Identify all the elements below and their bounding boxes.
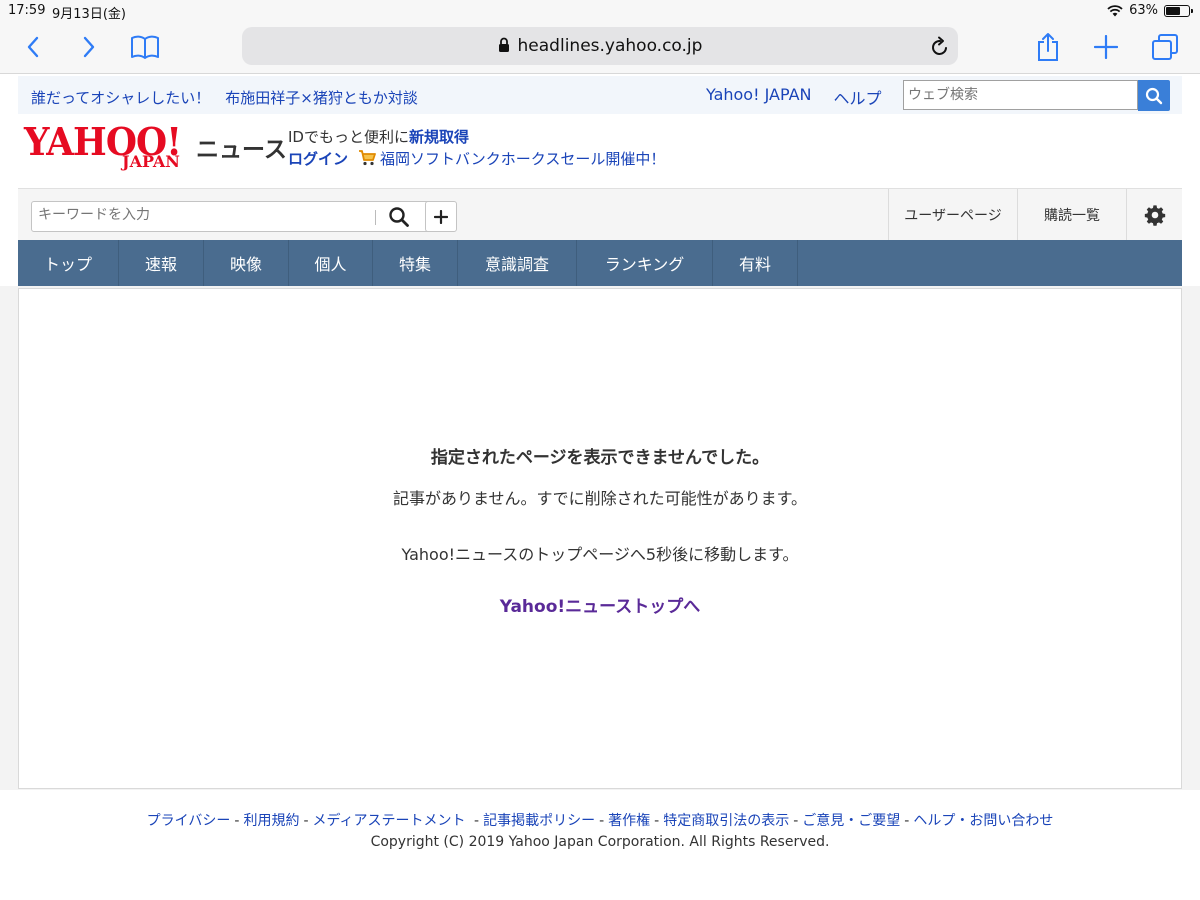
footer-link-feedback[interactable]: ご意見・ご要望 xyxy=(802,813,900,829)
nav-tab-survey[interactable]: 意識調査 xyxy=(458,240,577,286)
footer-link-terms[interactable]: 利用規約 xyxy=(243,813,299,829)
status-bar: 17:59 9月13日(金) 63% xyxy=(0,0,1200,22)
nav-tab-paid[interactable]: 有料 xyxy=(713,240,798,286)
battery-percent: 63% xyxy=(1129,3,1158,18)
browser-toolbar: headlines.yahoo.co.jp xyxy=(0,22,1200,74)
forward-button[interactable] xyxy=(72,30,106,64)
keyword-box xyxy=(31,201,432,232)
id-text: IDでもっと便利に xyxy=(288,128,409,146)
ad-link[interactable]: 誰だってオシャレしたい！ 布施田祥子×猪狩ともか対談 xyxy=(31,87,418,108)
hawks-sale-link[interactable]: 福岡ソフトバンクホークスセール開催中！ xyxy=(380,150,665,168)
footer-link-privacy[interactable]: プライバシー xyxy=(147,813,231,829)
nav-tab-breaking[interactable]: 速報 xyxy=(119,240,204,286)
address-bar[interactable]: headlines.yahoo.co.jp xyxy=(242,27,958,65)
user-page-link[interactable]: ユーザーページ xyxy=(888,189,1017,241)
search-icon xyxy=(1145,87,1163,104)
web-search-button[interactable] xyxy=(1138,80,1170,111)
signup-link[interactable]: 新規取得 xyxy=(409,128,469,146)
nav-tab-ranking[interactable]: ランキング xyxy=(577,240,713,286)
bookmarks-button[interactable] xyxy=(128,30,162,64)
plus-icon xyxy=(1094,35,1118,59)
redirect-notice: Yahoo!ニュースのトップページへ5秒後に移動します。 xyxy=(401,545,799,564)
chevron-right-icon xyxy=(83,36,95,58)
logo-sub: JAPAN xyxy=(122,152,180,171)
nav-tab-individual[interactable]: 個人 xyxy=(289,240,373,286)
footer-link-commerce-law[interactable]: 特定商取引法の表示 xyxy=(663,813,789,829)
web-search-input[interactable] xyxy=(903,80,1138,110)
error-message: 記事がありません。すでに削除された可能性があります。 xyxy=(392,489,808,508)
status-date: 9月13日(金) xyxy=(52,7,126,22)
wifi-icon xyxy=(1107,4,1123,16)
news-top-link[interactable]: Yahoo!ニューストップへ xyxy=(19,592,1181,617)
copyright: Copyright (C) 2019 Yahoo Japan Corporati… xyxy=(370,834,830,850)
error-panel: 指定されたページを表示できませんでした。 記事がありません。すでに削除された可能… xyxy=(18,288,1182,789)
login-box: IDでもっと便利に新規取得 ログイン 福岡ソフトバンクホークスセール開催中！ xyxy=(288,126,665,170)
nav-tab-top[interactable]: トップ xyxy=(18,240,119,286)
login-link[interactable]: ログイン xyxy=(288,150,348,168)
logo-service: ニュース xyxy=(196,137,287,163)
lock-icon xyxy=(498,37,509,52)
new-tab-button[interactable] xyxy=(1089,30,1123,64)
plus-icon xyxy=(434,209,448,224)
yahoo-japan-link[interactable]: Yahoo! JAPAN xyxy=(706,85,812,109)
settings-button[interactable] xyxy=(1126,189,1182,241)
footer-links: プライバシー - 利用規約 - メディアステートメント - 記事掲載ポリシー - 著作権 - 特定… xyxy=(146,813,1054,829)
url-text: headlines.yahoo.co.jp xyxy=(517,36,703,56)
tabs-button[interactable] xyxy=(1148,30,1182,64)
error-title: 指定されたページを表示できませんでした。 xyxy=(430,448,770,468)
back-button[interactable] xyxy=(16,30,50,64)
status-time: 17:59 xyxy=(8,3,46,18)
keyword-search-button[interactable] xyxy=(388,206,410,232)
tabs-icon xyxy=(1152,34,1178,60)
nav-tab-features[interactable]: 特集 xyxy=(373,240,458,286)
keyword-input[interactable] xyxy=(38,207,368,223)
gear-icon xyxy=(1144,205,1165,226)
nav-tab-video[interactable]: 映像 xyxy=(204,240,289,286)
search-icon xyxy=(389,207,409,227)
reload-button[interactable] xyxy=(930,35,950,61)
search-row: ユーザーページ 購読一覧 xyxy=(18,188,1182,241)
share-icon xyxy=(1038,33,1058,61)
reload-icon xyxy=(932,36,947,55)
footer-link-media-statement[interactable]: メディアステートメント xyxy=(313,813,466,829)
battery-icon xyxy=(1164,4,1193,17)
footer-link-article-policy[interactable]: 記事掲載ポリシー xyxy=(483,813,595,829)
status-right: 63% xyxy=(1107,3,1193,18)
subscriptions-link[interactable]: 購読一覧 xyxy=(1017,189,1126,241)
help-link[interactable]: ヘルプ xyxy=(834,85,882,109)
footer-link-help[interactable]: ヘルプ・お問い合わせ xyxy=(913,813,1053,829)
yahoo-logo[interactable]: YAHOO! JAPAN xyxy=(24,123,194,174)
share-button[interactable] xyxy=(1031,30,1065,64)
add-keyword-button[interactable] xyxy=(425,201,457,232)
footer-link-copyright[interactable]: 著作権 xyxy=(608,813,650,829)
chevron-left-icon xyxy=(27,36,39,58)
cart-icon xyxy=(359,150,376,166)
global-nav: トップ 速報 映像 個人 特集 意識調査 ランキング 有料 xyxy=(18,240,1182,286)
book-icon xyxy=(131,35,159,59)
promo-bar: 誰だってオシャレしたい！ 布施田祥子×猪狩ともか対談 Yahoo! JAPAN … xyxy=(18,76,1182,114)
